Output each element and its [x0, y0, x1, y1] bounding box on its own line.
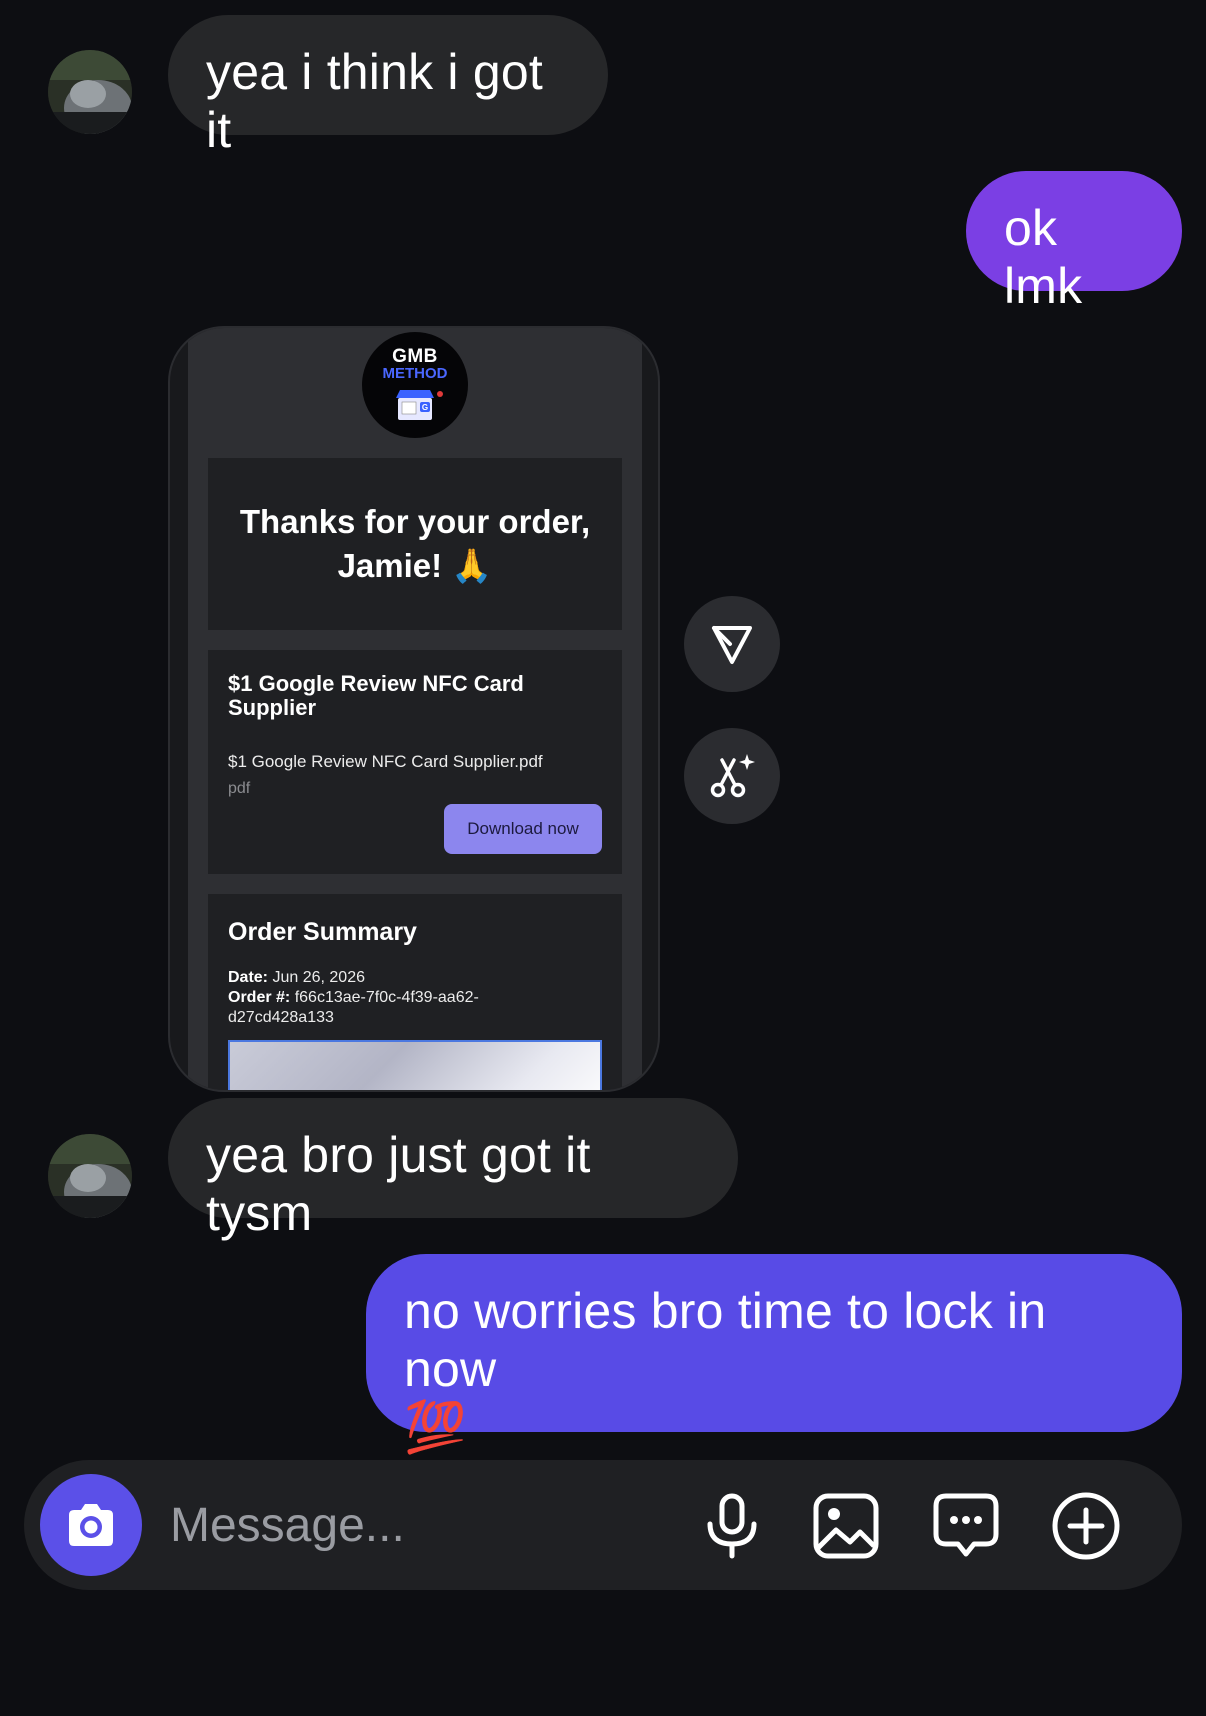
product-file-type: pdf: [228, 780, 251, 797]
message-text: yea bro just got it tysm: [206, 1127, 591, 1241]
gallery-button[interactable]: [810, 1490, 882, 1562]
product-file-name: $1 Google Review NFC Card Supplier.pdf: [228, 752, 543, 771]
image-icon: [813, 1493, 879, 1559]
hundred-emoji: 💯: [404, 1399, 467, 1455]
email-body: GMB METHOD G Thanks for your order, Jami…: [188, 328, 642, 1090]
message-outgoing[interactable]: no worries bro time to lock in now 💯: [366, 1254, 1182, 1455]
scissors-sparkle-icon: [710, 754, 755, 798]
message-composer: [24, 1460, 1182, 1590]
voice-button[interactable]: [696, 1490, 768, 1562]
storefront-icon: G: [396, 390, 443, 420]
contact-avatar[interactable]: [48, 1134, 132, 1218]
email-preview-card[interactable]: GMB METHOD G Thanks for your order, Jami…: [168, 326, 660, 1092]
product-title: $1 Google Review NFC Card Supplier: [228, 671, 524, 720]
message-text: no worries bro time to lock in now: [404, 1283, 1047, 1397]
send-icon: [712, 626, 752, 664]
share-button[interactable]: [684, 596, 780, 692]
more-button[interactable]: [1050, 1490, 1122, 1562]
product-image: [228, 1040, 602, 1090]
message-text: yea i think i got it: [206, 44, 543, 158]
plus-icon: [1052, 1492, 1120, 1560]
order-summary-section: Order Summary Date: Jun 26, 2026 Order #…: [208, 894, 622, 1090]
logo-text-method: METHOD: [382, 365, 448, 382]
camera-button[interactable]: [40, 1474, 142, 1576]
product-section: $1 Google Review NFC Card Supplier $1 Go…: [208, 650, 622, 874]
download-button[interactable]: Download now: [444, 804, 602, 854]
camera-icon: [69, 1504, 113, 1546]
ai-edit-button[interactable]: [684, 728, 780, 824]
message-outgoing[interactable]: ok lmk: [966, 171, 1182, 314]
thanks-section: Thanks for your order, Jamie! 🙏: [208, 458, 622, 630]
gmb-method-logo: GMB METHOD G: [362, 332, 468, 438]
order-summary-title: Order Summary: [228, 918, 417, 946]
message-input[interactable]: [170, 1492, 670, 1558]
message-incoming[interactable]: yea bro just got it tysm: [168, 1098, 738, 1241]
sticker-icon: [933, 1493, 999, 1557]
order-number-cont: d27cd428a133: [228, 1009, 334, 1026]
message-incoming[interactable]: yea i think i got it: [168, 15, 608, 158]
message-text: ok lmk: [1004, 200, 1083, 314]
thanks-heading: Thanks for your order, Jamie! 🙏: [239, 503, 591, 584]
order-date: Date: Jun 26, 2026: [228, 969, 365, 986]
svg-text:G: G: [422, 403, 428, 412]
contact-avatar[interactable]: [48, 50, 132, 134]
order-number: Order #: f66c13ae-7f0c-4f39-aa62-: [228, 989, 479, 1006]
microphone-icon: [707, 1493, 757, 1559]
sticker-button[interactable]: [930, 1490, 1002, 1562]
